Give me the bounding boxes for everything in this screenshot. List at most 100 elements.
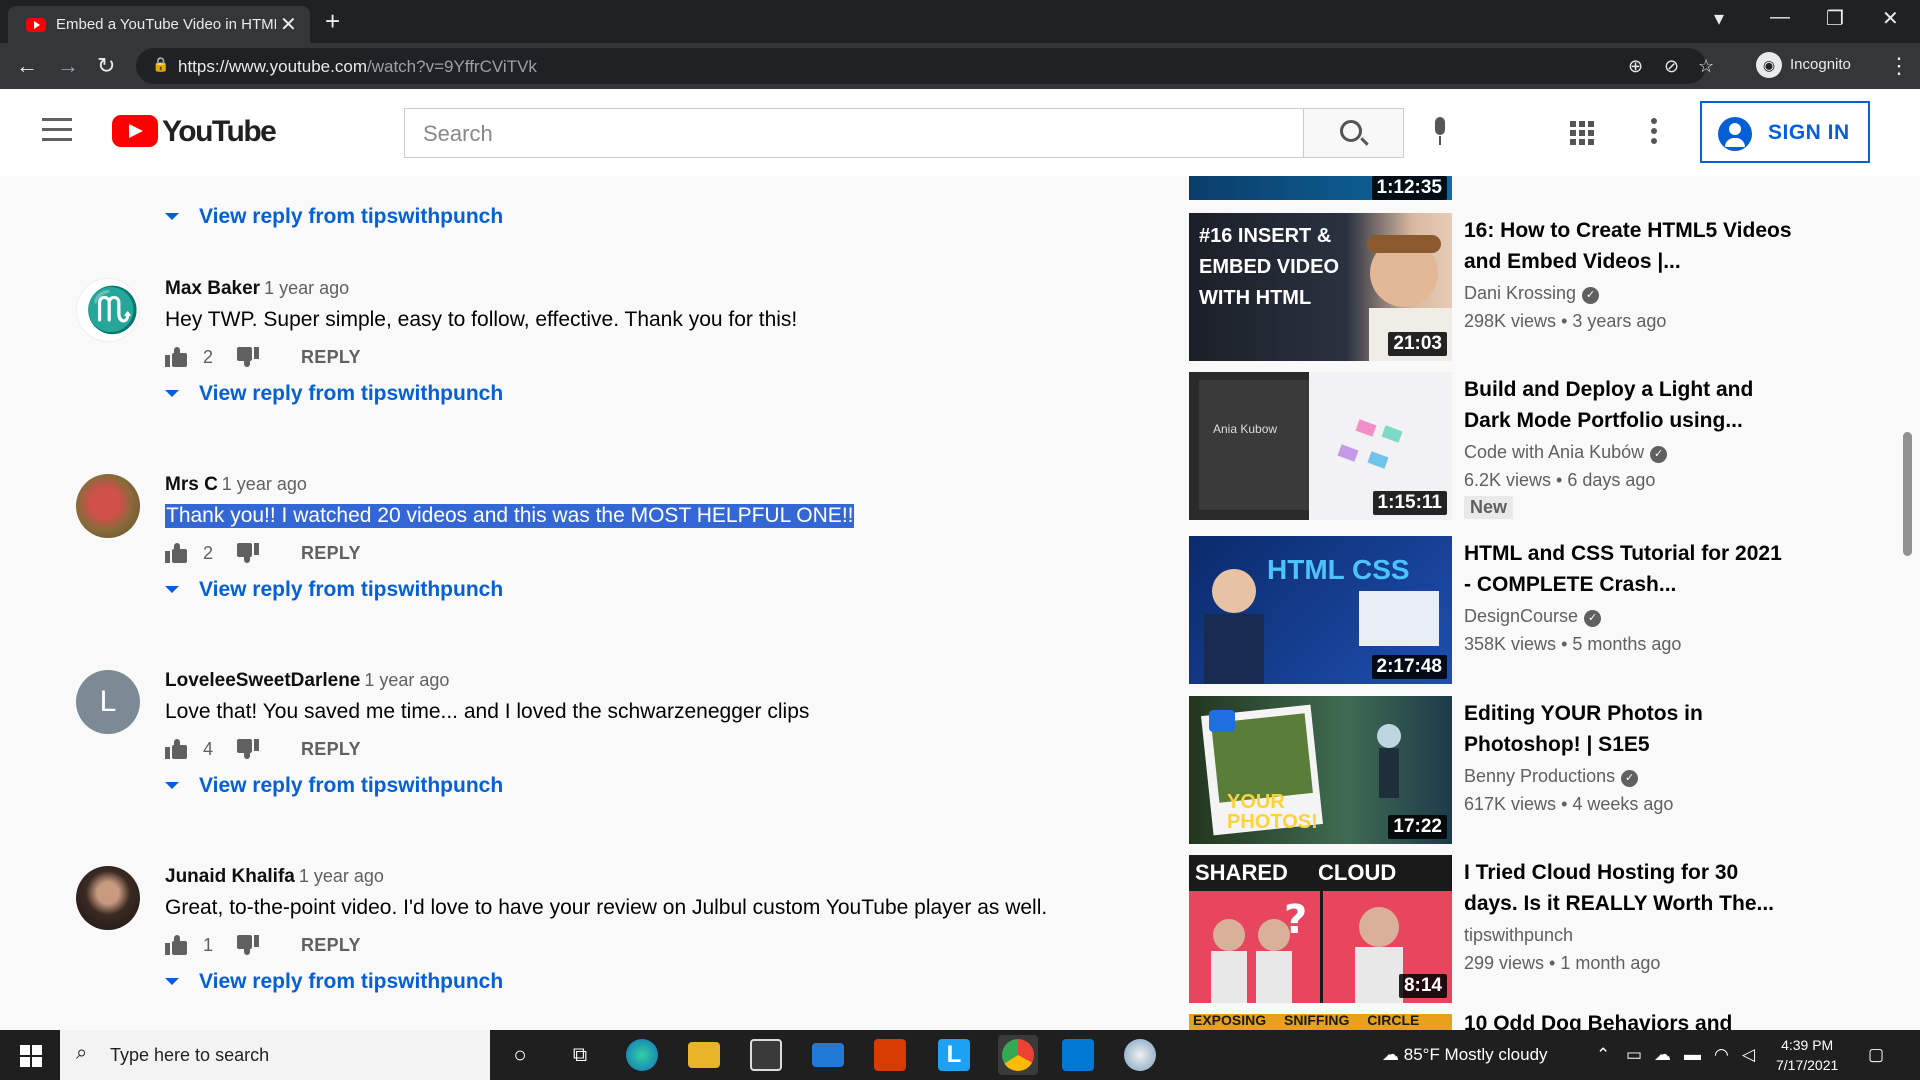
- video-title[interactable]: I Tried Cloud Hosting for 30 days. Is it…: [1464, 857, 1794, 919]
- meet-icon[interactable]: ▭: [1626, 1045, 1642, 1065]
- mail-icon[interactable]: [812, 1043, 844, 1067]
- tracking-blocked-icon[interactable]: ⊘: [1664, 56, 1679, 77]
- thumbnail-text: Ania Kubow: [1213, 422, 1278, 436]
- avatar[interactable]: ♏: [76, 278, 140, 342]
- video-thumbnail[interactable]: YOUR PHOTOS! 17:22: [1189, 696, 1452, 844]
- office-icon[interactable]: [874, 1039, 906, 1071]
- related-video-partial[interactable]: EXPOSING SNIFFING CIRCLE 10 Odd Dog Beha…: [1189, 1014, 1869, 1030]
- video-channel[interactable]: DesignCourse ✓: [1464, 606, 1602, 627]
- verified-icon: ✓: [1650, 446, 1668, 463]
- dropbox-icon[interactable]: ☁: [1654, 1045, 1671, 1065]
- reload-icon[interactable]: ↻: [97, 53, 115, 79]
- video-channel[interactable]: Benny Productions ✓: [1464, 766, 1639, 787]
- youtube-logo-icon[interactable]: [112, 115, 158, 147]
- comment-author[interactable]: LoveleeSweetDarlene 1 year ago: [165, 670, 449, 692]
- video-thumbnail[interactable]: Ania Kubow 1:15:11: [1189, 372, 1452, 520]
- cortana-icon[interactable]: ○: [504, 1039, 536, 1071]
- system-clock[interactable]: 4:39 PM 7/17/2021: [1776, 1035, 1838, 1075]
- video-title[interactable]: 16: How to Create HTML5 Videos and Embed…: [1464, 215, 1794, 277]
- video-thumbnail[interactable]: #16 INSERT & EMBED VIDEO WITH HTML 21:03: [1189, 213, 1452, 361]
- reply-button[interactable]: REPLY: [301, 543, 361, 564]
- zoom-icon[interactable]: ⊕: [1628, 56, 1643, 77]
- related-video-partial[interactable]: 1:12:35: [1189, 176, 1869, 200]
- video-title[interactable]: 10 Odd Dog Behaviors and: [1464, 1014, 1794, 1030]
- tab-title: Embed a YouTube Video in HTML: [56, 16, 276, 33]
- like-icon[interactable]: [165, 935, 187, 955]
- launcher-l-icon[interactable]: L: [938, 1039, 970, 1071]
- notifications-icon[interactable]: ▢: [1868, 1045, 1884, 1065]
- video-meta: 298K views • 3 years ago: [1464, 311, 1667, 331]
- video-channel[interactable]: Dani Krossing ✓: [1464, 283, 1600, 304]
- search-button[interactable]: [1304, 108, 1404, 158]
- tab-search-icon[interactable]: ▾: [1714, 6, 1724, 31]
- like-icon[interactable]: [165, 739, 187, 759]
- related-video[interactable]: Ania Kubow 1:15:11 Build and Deploy a Li…: [1189, 372, 1869, 522]
- browser-menu-icon[interactable]: ⋮: [1888, 53, 1910, 79]
- battery-icon[interactable]: ▬: [1684, 1045, 1701, 1065]
- comment-author[interactable]: Mrs C1 year ago: [165, 474, 307, 496]
- dislike-icon[interactable]: [237, 739, 259, 759]
- comment-author[interactable]: Max Baker 1 year ago: [165, 278, 349, 300]
- wifi-icon[interactable]: ◠: [1714, 1045, 1729, 1065]
- volume-icon[interactable]: ◁: [1742, 1045, 1755, 1065]
- reply-button[interactable]: REPLY: [301, 739, 361, 760]
- video-title[interactable]: Editing YOUR Photos in Photoshop! | S1E5: [1464, 698, 1794, 760]
- bookmark-star-icon[interactable]: ☆: [1698, 56, 1714, 77]
- store-icon[interactable]: [750, 1039, 782, 1071]
- minimize-icon[interactable]: —: [1770, 6, 1790, 29]
- dislike-icon[interactable]: [237, 935, 259, 955]
- video-channel[interactable]: tipswithpunch: [1464, 925, 1573, 946]
- forward-icon[interactable]: →: [57, 53, 79, 79]
- dislike-icon[interactable]: [237, 543, 259, 563]
- reply-button[interactable]: REPLY: [301, 935, 361, 956]
- taskbar-search-input[interactable]: ⌕ Type here to search: [60, 1030, 490, 1080]
- tray-chevron-icon[interactable]: ⌃: [1596, 1045, 1610, 1065]
- sign-in-button[interactable]: SIGN IN: [1700, 101, 1870, 163]
- video-title[interactable]: Build and Deploy a Light and Dark Mode P…: [1464, 374, 1794, 436]
- windows-start-icon[interactable]: [20, 1045, 42, 1067]
- video-thumbnail[interactable]: HTML CSS 2:17:48: [1189, 536, 1452, 684]
- related-video[interactable]: HTML CSS 2:17:48 HTML and CSS Tutorial f…: [1189, 536, 1869, 686]
- new-tab-icon[interactable]: +: [325, 6, 340, 37]
- video-duration: 1:12:35: [1371, 176, 1447, 200]
- video-duration: 17:22: [1388, 815, 1447, 839]
- back-icon[interactable]: ←: [16, 53, 38, 79]
- avatar[interactable]: L: [76, 670, 140, 734]
- video-thumbnail[interactable]: EXPOSING SNIFFING CIRCLE: [1189, 1014, 1452, 1030]
- task-view-icon[interactable]: ⧉: [564, 1039, 596, 1071]
- maximize-icon[interactable]: ❐: [1826, 6, 1844, 31]
- youtube-logo-text[interactable]: YouTube: [162, 115, 277, 149]
- reply-button[interactable]: REPLY: [301, 347, 361, 368]
- vscode-icon[interactable]: [1062, 1039, 1094, 1071]
- incognito-indicator[interactable]: ◉ Incognito: [1756, 52, 1851, 78]
- edge-icon[interactable]: [626, 1039, 658, 1071]
- page-scrollbar[interactable]: [1903, 432, 1912, 556]
- like-icon[interactable]: [165, 347, 187, 367]
- video-thumbnail[interactable]: 1:12:35: [1189, 176, 1452, 200]
- close-window-icon[interactable]: ✕: [1882, 6, 1899, 31]
- paint-icon[interactable]: [1124, 1039, 1156, 1071]
- video-title[interactable]: HTML and CSS Tutorial for 2021 - COMPLET…: [1464, 538, 1794, 600]
- related-video[interactable]: YOUR PHOTOS! 17:22 Editing YOUR Photos i…: [1189, 696, 1869, 846]
- account-icon: [1718, 117, 1752, 151]
- chrome-icon[interactable]: [1002, 1039, 1034, 1071]
- like-icon[interactable]: [165, 543, 187, 563]
- avatar[interactable]: [76, 474, 140, 538]
- svg-text:?: ?: [1284, 897, 1307, 943]
- omnibox[interactable]: 🔒 https://www.youtube.com/watch?v=9YffrC…: [136, 48, 1714, 84]
- related-video[interactable]: #16 INSERT & EMBED VIDEO WITH HTML 21:03…: [1189, 213, 1869, 363]
- browser-tab[interactable]: Embed a YouTube Video in HTML ✕: [8, 6, 310, 43]
- related-video[interactable]: ? SHARED CLOUD 8:14 I Tried Cloud Hostin…: [1189, 855, 1869, 1005]
- microphone-icon[interactable]: [1430, 117, 1450, 147]
- file-explorer-icon[interactable]: [688, 1042, 720, 1068]
- video-thumbnail[interactable]: ? SHARED CLOUD 8:14: [1189, 855, 1452, 1003]
- close-tab-icon[interactable]: ✕: [280, 12, 297, 37]
- apps-grid-icon[interactable]: [1570, 121, 1594, 145]
- comment-author[interactable]: Junaid Khalifa 1 year ago: [165, 866, 384, 888]
- hamburger-menu-icon[interactable]: [42, 118, 72, 148]
- dislike-icon[interactable]: [237, 347, 259, 367]
- avatar[interactable]: [76, 866, 140, 930]
- video-channel[interactable]: Code with Ania Kubów ✓: [1464, 442, 1668, 463]
- settings-menu-icon[interactable]: [1651, 118, 1657, 148]
- weather-widget[interactable]: ☁ 85°F Mostly cloudy: [1382, 1045, 1548, 1065]
